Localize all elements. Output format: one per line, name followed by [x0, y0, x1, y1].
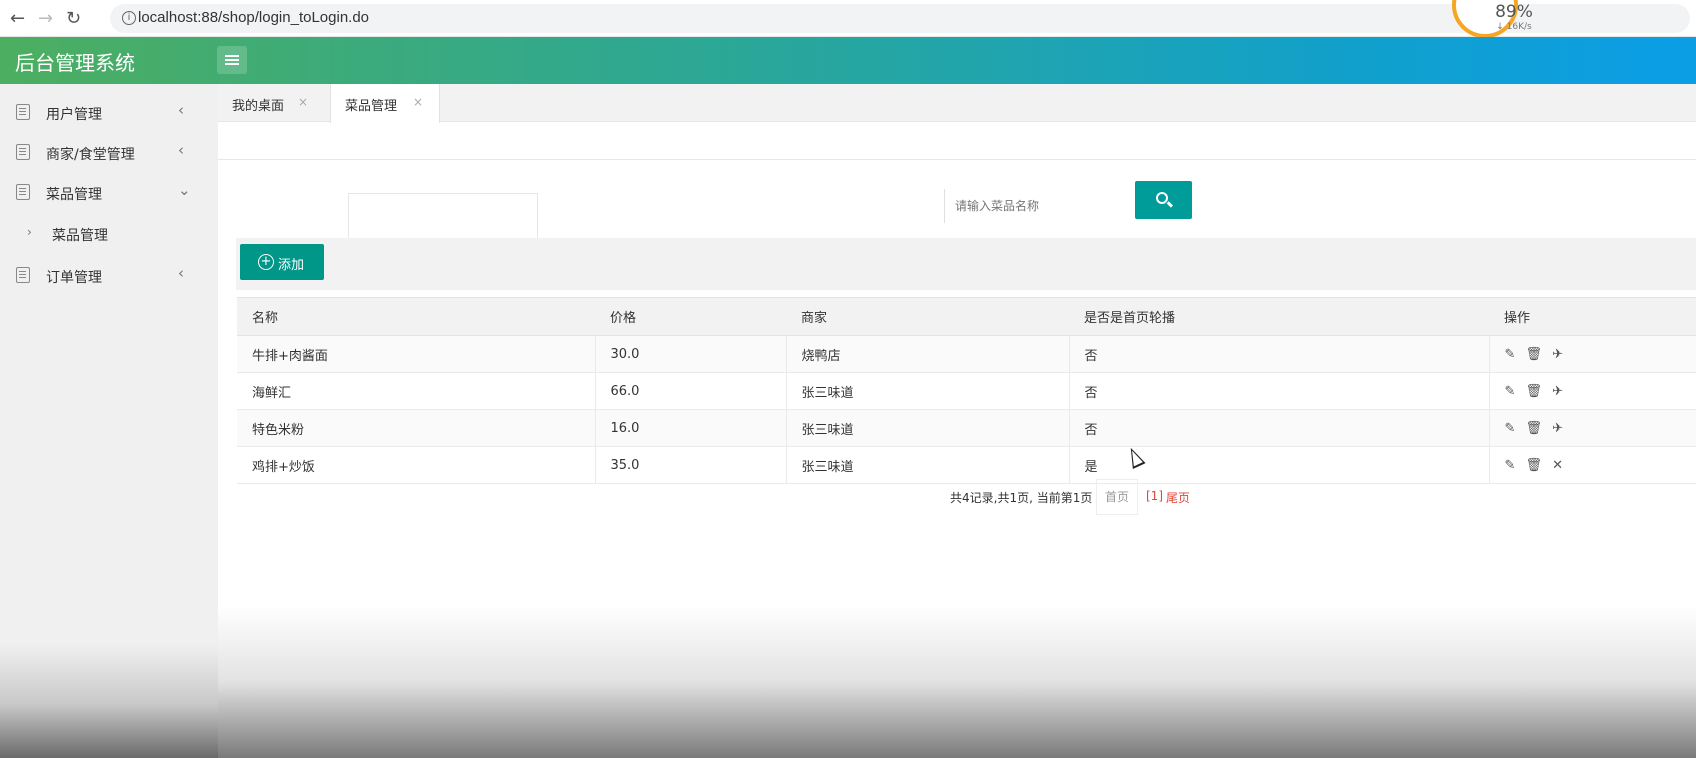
sidebar-item-orders[interactable]: 订单管理 ‹: [0, 256, 218, 294]
last-page-link[interactable]: 尾页: [1166, 489, 1190, 506]
column-header: 名称: [237, 297, 595, 336]
row-actions[interactable]: ✎ 🗑 ✈: [1488, 409, 1696, 447]
sidebar-item-label: 用户管理: [46, 107, 102, 123]
cell-merchant: 张三味道: [786, 409, 1070, 447]
sidebar-item-label: 菜品管理: [46, 187, 102, 203]
document-icon: [16, 144, 30, 160]
top-header: 后台管理系统: [0, 37, 1696, 84]
document-icon: [16, 267, 30, 283]
cell-carousel: 否: [1069, 372, 1490, 410]
browser-chrome: ← → ↻ i localhost:88/shop/login_toLogin.…: [0, 0, 1696, 38]
cell-name: 鸡排+炒饭: [237, 446, 596, 484]
table-row: 海鲜汇 66.0 张三味道 否 ✎ 🗑 ✈: [237, 372, 1696, 410]
table-row: 特色米粉 16.0 张三味道 否 ✎ 🗑 ✈: [237, 409, 1696, 447]
chevron-left-icon: ‹: [178, 101, 184, 119]
row-actions[interactable]: ✎ 🗑 ✈: [1488, 372, 1696, 410]
sidebar-item-merchants[interactable]: 商家/食堂管理 ‹: [0, 133, 218, 171]
sidebar: 用户管理 ‹ 商家/食堂管理 ‹ 菜品管理 ⌄ › 菜品管理 订单管理 ‹: [0, 84, 218, 758]
speed-rate: ↓ 16K/s: [1496, 22, 1532, 32]
sidebar-item-label: 订单管理: [46, 270, 102, 286]
sidebar-item-label: 菜品管理: [52, 228, 108, 244]
row-actions[interactable]: ✎ 🗑 ✈: [1488, 335, 1696, 373]
search-icon: [1156, 192, 1168, 204]
sidebar-item-dishes[interactable]: 菜品管理 ⌄: [0, 173, 218, 211]
add-button[interactable]: + 添加: [240, 244, 324, 280]
search-button[interactable]: [1135, 181, 1192, 219]
column-header: 价格: [595, 297, 786, 336]
url-text: localhost:88/shop/login_toLogin.do: [138, 9, 370, 26]
cell-name: 特色米粉: [237, 409, 596, 447]
sidebar-subitem-dishes[interactable]: › 菜品管理: [0, 214, 218, 252]
brand-title: 后台管理系统: [15, 51, 135, 75]
cell-price: 30.0: [595, 335, 787, 373]
search-input[interactable]: [944, 189, 1134, 223]
cell-price: 16.0: [595, 409, 787, 447]
cell-merchant: 张三味道: [786, 372, 1070, 410]
column-header: 商家: [786, 297, 1069, 336]
current-page-link[interactable]: [1]: [1146, 489, 1163, 503]
column-header: 是否是首页轮播: [1069, 297, 1489, 336]
table-row: 鸡排+炒饭 35.0 张三味道 是 ✎ 🗑 ✕: [237, 446, 1696, 484]
cell-carousel: 否: [1069, 409, 1490, 447]
toolbar: + 添加: [236, 238, 1696, 290]
menu-toggle-button[interactable]: [217, 46, 247, 74]
forward-icon[interactable]: →: [38, 8, 53, 29]
hamburger-line: [225, 63, 239, 65]
table-row: 牛排+肉酱面 30.0 烧鸭店 否 ✎ 🗑 ✈: [237, 335, 1696, 373]
cell-name: 牛排+肉酱面: [237, 335, 596, 373]
cell-price: 35.0: [595, 446, 787, 484]
table-header-row: 名称 价格 商家 是否是首页轮播 操作: [237, 297, 1696, 336]
chevron-left-icon: ‹: [178, 141, 184, 159]
cell-carousel: 否: [1069, 335, 1490, 373]
column-header: 操作: [1489, 297, 1696, 336]
hamburger-line: [225, 55, 239, 57]
divider: [218, 159, 1696, 160]
cell-merchant: 烧鸭店: [786, 335, 1070, 373]
tab-label: 我的桌面: [232, 99, 285, 114]
back-icon[interactable]: ←: [10, 8, 25, 29]
tab-bar: 我的桌面 × 菜品管理 ×: [218, 84, 1696, 123]
close-icon[interactable]: ×: [298, 95, 308, 109]
cell-merchant: 张三味道: [786, 446, 1070, 484]
close-icon[interactable]: ×: [413, 95, 423, 109]
tab-dish-management[interactable]: 菜品管理 ×: [330, 84, 440, 123]
first-page-link[interactable]: 首页: [1096, 479, 1138, 515]
chevron-down-icon: ⌄: [178, 181, 191, 199]
info-icon[interactable]: i: [122, 11, 136, 25]
tab-label: 菜品管理: [345, 99, 398, 114]
pagination-info: 共4记录,共1页, 当前第1页: [950, 491, 1093, 505]
reload-icon[interactable]: ↻: [66, 8, 81, 29]
add-button-label: 添加: [278, 258, 305, 273]
dish-table: 名称 价格 商家 是否是首页轮播 操作 牛排+肉酱面 30.0 烧鸭店 否 ✎ …: [237, 297, 1696, 484]
cell-name: 海鲜汇: [237, 372, 596, 410]
sidebar-item-users[interactable]: 用户管理 ‹: [0, 93, 218, 131]
cell-price: 66.0: [595, 372, 787, 410]
sidebar-item-label: 商家/食堂管理: [46, 147, 135, 163]
plus-circle-icon: +: [258, 254, 274, 270]
document-icon: [16, 184, 30, 200]
row-actions[interactable]: ✎ 🗑 ✕: [1488, 446, 1696, 484]
chevron-right-icon: ›: [27, 225, 32, 239]
hamburger-line: [225, 59, 239, 61]
speed-percent: 89%: [1495, 2, 1533, 22]
main-content: + 添加 名称 价格 商家 是否是首页轮播 操作 牛排+肉酱面 30.0: [218, 123, 1696, 758]
chevron-left-icon: ‹: [178, 264, 184, 282]
tab-desktop[interactable]: 我的桌面 ×: [218, 84, 330, 122]
document-icon: [16, 104, 30, 120]
